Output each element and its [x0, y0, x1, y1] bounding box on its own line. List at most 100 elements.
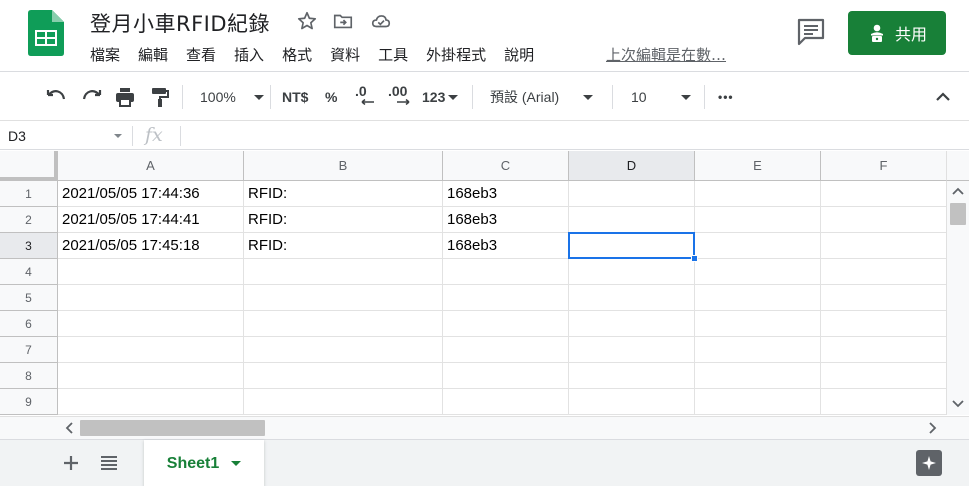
decrease-decimal-button[interactable]: .0 [355, 83, 375, 111]
cell-e8[interactable] [695, 363, 821, 389]
chevron-down-icon[interactable] [231, 461, 242, 466]
redo-button[interactable] [80, 85, 104, 109]
column-header-c[interactable]: C [443, 151, 569, 181]
row-header-6[interactable]: 6 [0, 311, 58, 337]
cell-b3[interactable]: RFID: [244, 233, 443, 259]
menu-data[interactable]: 資料 [330, 44, 368, 65]
cell-b4[interactable] [244, 259, 443, 285]
add-sheet-icon[interactable] [60, 452, 82, 474]
cell-f1[interactable] [821, 181, 946, 207]
collapse-header-button[interactable] [933, 85, 953, 109]
all-sheets-menu-icon[interactable] [98, 452, 120, 474]
menu-addons[interactable]: 外掛程式 [426, 44, 494, 65]
cell-f8[interactable] [821, 363, 946, 389]
cell-b2[interactable]: RFID: [244, 207, 443, 233]
document-title[interactable]: 登月小車RFID紀錄 [90, 8, 270, 38]
cell-a6[interactable] [58, 311, 244, 337]
row-header-1[interactable]: 1 [0, 181, 58, 207]
formula-input[interactable] [190, 126, 950, 146]
cell-a8[interactable] [58, 363, 244, 389]
cell-a2[interactable]: 2021/05/05 17:44:41 [58, 207, 244, 233]
currency-format-button[interactable]: NT$ [282, 85, 308, 109]
column-header-b[interactable]: B [244, 151, 443, 181]
more-tools-button[interactable]: ••• [718, 85, 734, 109]
scroll-up-button[interactable] [950, 184, 966, 198]
cell-f2[interactable] [821, 207, 946, 233]
cell-e3[interactable] [695, 233, 821, 259]
last-edit-link[interactable]: 上次編輯是在數… [606, 44, 726, 65]
cell-e4[interactable] [695, 259, 821, 285]
cell-b5[interactable] [244, 285, 443, 311]
cell-c1[interactable]: 168eb3 [443, 181, 569, 207]
cell-d8[interactable] [569, 363, 695, 389]
share-button[interactable]: 共用 [848, 11, 946, 55]
scroll-down-button[interactable] [950, 397, 966, 411]
number-format-select[interactable]: 123 [422, 85, 459, 109]
horizontal-scroll-thumb[interactable] [80, 420, 265, 436]
cell-b6[interactable] [244, 311, 443, 337]
move-folder-icon[interactable] [332, 10, 354, 32]
cell-d7[interactable] [569, 337, 695, 363]
menu-view[interactable]: 查看 [186, 44, 224, 65]
fill-handle[interactable] [691, 255, 698, 262]
cell-f3[interactable] [821, 233, 946, 259]
menu-help[interactable]: 說明 [504, 44, 542, 65]
cell-d2[interactable] [569, 207, 695, 233]
vertical-scroll-thumb[interactable] [950, 203, 966, 225]
row-header-4[interactable]: 4 [0, 259, 58, 285]
row-header-8[interactable]: 8 [0, 363, 58, 389]
cell-b1[interactable]: RFID: [244, 181, 443, 207]
vertical-scrollbar[interactable] [946, 181, 969, 415]
row-header-5[interactable]: 5 [0, 285, 58, 311]
cell-e9[interactable] [695, 389, 821, 415]
cell-e2[interactable] [695, 207, 821, 233]
cell-a1[interactable]: 2021/05/05 17:44:36 [58, 181, 244, 207]
zoom-select[interactable]: 100% [200, 85, 264, 109]
cell-c2[interactable]: 168eb3 [443, 207, 569, 233]
cloud-saved-icon[interactable] [370, 10, 392, 32]
cell-f4[interactable] [821, 259, 946, 285]
menu-file[interactable]: 檔案 [90, 44, 128, 65]
name-box[interactable]: D3 [8, 126, 126, 146]
horizontal-scrollbar[interactable] [58, 416, 946, 439]
cell-f5[interactable] [821, 285, 946, 311]
print-button[interactable] [113, 85, 137, 109]
row-header-3[interactable]: 3 [0, 233, 58, 259]
cell-a4[interactable] [58, 259, 244, 285]
cell-e7[interactable] [695, 337, 821, 363]
percent-format-button[interactable]: % [325, 85, 337, 109]
cell-b7[interactable] [244, 337, 443, 363]
undo-button[interactable] [44, 85, 68, 109]
column-header-e[interactable]: E [695, 151, 821, 181]
cell-c5[interactable] [443, 285, 569, 311]
menu-tools[interactable]: 工具 [378, 44, 416, 65]
cell-f6[interactable] [821, 311, 946, 337]
star-icon[interactable] [296, 10, 318, 32]
explore-button[interactable] [916, 450, 942, 476]
cell-b8[interactable] [244, 363, 443, 389]
column-header-d[interactable]: D [569, 151, 695, 181]
select-all-corner[interactable] [0, 151, 58, 181]
sheet-tab-sheet1[interactable]: Sheet1 [144, 440, 264, 486]
cell-a3[interactable]: 2021/05/05 17:45:18 [58, 233, 244, 259]
paint-format-button[interactable] [148, 85, 172, 109]
row-header-2[interactable]: 2 [0, 207, 58, 233]
cell-d5[interactable] [569, 285, 695, 311]
menu-format[interactable]: 格式 [282, 44, 320, 65]
column-header-f[interactable]: F [821, 151, 946, 181]
cell-c8[interactable] [443, 363, 569, 389]
cell-c9[interactable] [443, 389, 569, 415]
cell-d4[interactable] [569, 259, 695, 285]
cell-b9[interactable] [244, 389, 443, 415]
increase-decimal-button[interactable]: .00 [388, 83, 410, 111]
cell-d6[interactable] [569, 311, 695, 337]
cell-c6[interactable] [443, 311, 569, 337]
cell-e1[interactable] [695, 181, 821, 207]
cell-d1[interactable] [569, 181, 695, 207]
scroll-left-button[interactable] [62, 421, 76, 435]
cell-a7[interactable] [58, 337, 244, 363]
cell-c7[interactable] [443, 337, 569, 363]
font-size-select[interactable]: 10 [631, 85, 691, 109]
cell-d9[interactable] [569, 389, 695, 415]
menu-edit[interactable]: 編輯 [138, 44, 176, 65]
